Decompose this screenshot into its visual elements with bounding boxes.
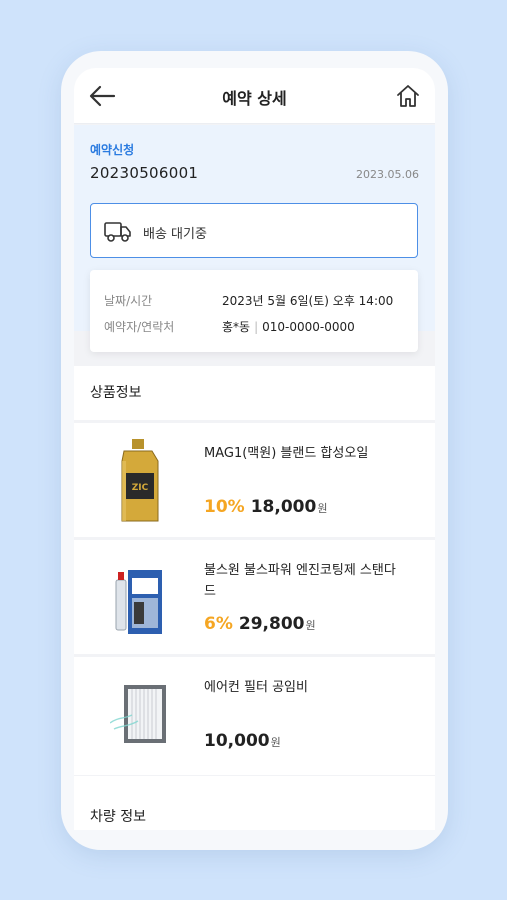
- engine-coating-icon: [115, 570, 162, 634]
- datetime-label: 날짜/시간: [104, 294, 153, 308]
- order-date: 2023.05.06: [356, 168, 419, 181]
- screen: 예약 상세 예약신청 20230506001 2023.05.06 배송 대기중…: [74, 68, 435, 830]
- oil-bottle-icon: ZIC: [121, 439, 159, 522]
- vehicle-section-title: 차량 정보: [74, 776, 435, 830]
- reservation-info-card: 날짜/시간 2023년 5월 6일(토) 오후 14:00 예약자/연락처 홍*동 |…: [90, 270, 418, 352]
- product-price: 18,000: [250, 497, 317, 517]
- datetime-row: 날짜/시간 2023년 5월 6일(토) 오후 14:00: [104, 292, 393, 309]
- product-item[interactable]: 불스원 불스파워 엔진코팅제 스탠다드 6% 29,800원: [74, 540, 435, 654]
- home-icon[interactable]: [395, 83, 421, 109]
- product-price-row: 6% 29,800원: [204, 614, 316, 634]
- page-title: 예약 상세: [222, 89, 287, 108]
- currency-unit: 원: [317, 502, 328, 515]
- order-number: 20230506001: [90, 164, 199, 182]
- app-header: 예약 상세: [74, 68, 435, 124]
- datetime-value: 2023년 5월 6일(토) 오후 14:00: [222, 294, 394, 308]
- currency-unit: 원: [305, 619, 316, 632]
- status-label: 예약신청: [90, 143, 135, 157]
- product-price: 29,800: [238, 614, 305, 634]
- products-section-title: 상품정보: [74, 366, 435, 420]
- currency-unit: 원: [270, 736, 281, 749]
- contact-name: 홍*동: [222, 320, 251, 334]
- delivery-status-text: 배송 대기중: [143, 227, 207, 242]
- discount-rate: 10%: [204, 497, 245, 517]
- product-name: 불스원 불스파워 엔진코팅제 스탠다드: [204, 563, 396, 599]
- svg-text:ZIC: ZIC: [132, 483, 149, 493]
- product-price-row: 10% 18,000원: [204, 497, 327, 517]
- contact-label: 예약자/연락처: [104, 320, 175, 334]
- contact-phone: 010-0000-0000: [262, 320, 355, 334]
- air-filter-icon: [110, 685, 166, 743]
- product-price: 10,000: [204, 731, 270, 751]
- product-name: MAG1(맥원) 블랜드 합성오일: [204, 446, 369, 461]
- product-item[interactable]: 에어컨 필터 공임비 10,000원: [74, 657, 435, 775]
- contact-row: 예약자/연락처 홍*동 | 010-0000-0000: [104, 318, 355, 335]
- discount-rate: 6%: [204, 614, 233, 634]
- delivery-status-box[interactable]: 배송 대기중: [90, 203, 418, 258]
- contact-divider: |: [254, 320, 259, 334]
- product-item[interactable]: ZIC MAG1(맥원) 블랜드 합성오일 10% 18,000원: [74, 423, 435, 537]
- product-name: 에어컨 필터 공임비: [204, 680, 308, 695]
- product-price-row: 10,000원: [204, 731, 281, 751]
- truck-icon: [104, 222, 131, 242]
